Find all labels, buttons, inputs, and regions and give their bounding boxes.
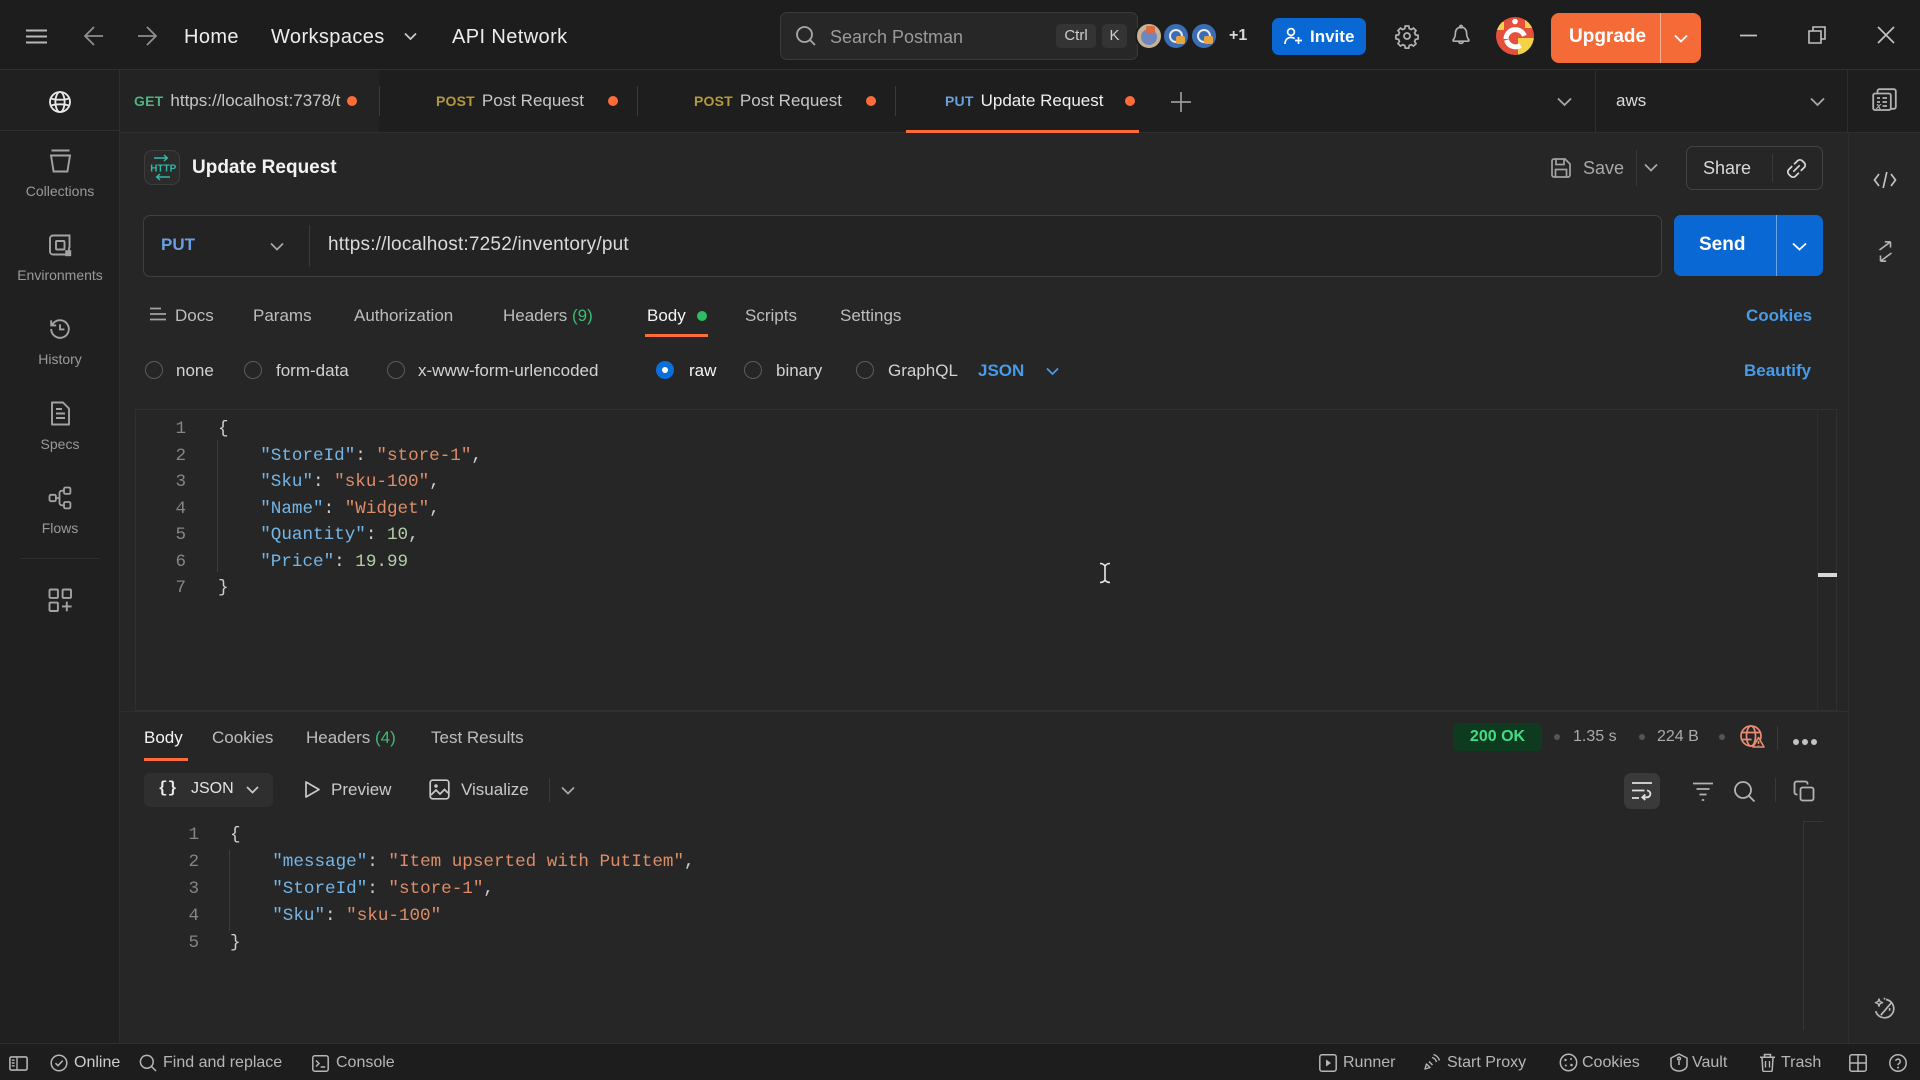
svg-text:x: x <box>1875 101 1882 112</box>
svg-text:HTTP: HTTP <box>150 164 176 175</box>
